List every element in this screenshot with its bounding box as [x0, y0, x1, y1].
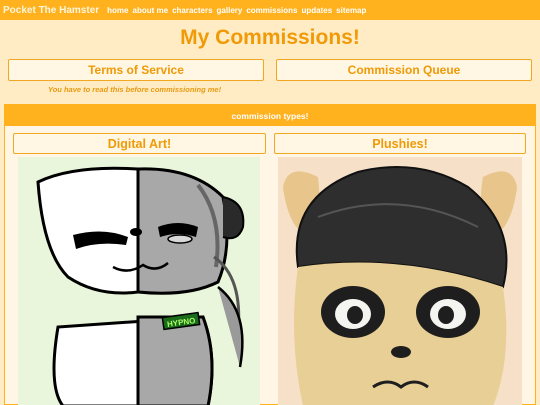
nav-updates[interactable]: updates: [301, 6, 332, 15]
page-title: My Commissions!: [180, 26, 360, 49]
digital-art-illustration: HYPNO: [36, 166, 245, 405]
commission-queue-button[interactable]: Commission Queue: [276, 59, 532, 81]
plushie-photo: [278, 157, 522, 405]
commission-types-panel: commission types! Digital Art! Plushies!: [4, 104, 536, 405]
nav-sitemap[interactable]: sitemap: [336, 6, 366, 15]
nav-home[interactable]: home: [107, 6, 128, 15]
nav-characters[interactable]: characters: [172, 6, 212, 15]
digital-art-image[interactable]: HYPNO: [18, 157, 260, 405]
nav-menu: home about me characters gallery commiss…: [107, 6, 370, 15]
nav-about-me[interactable]: about me: [133, 6, 169, 15]
panel-header: commission types!: [5, 105, 535, 126]
top-navbar: Pocket The Hamster home about me charact…: [0, 0, 540, 20]
tos-note: You have to read this before commissioni…: [48, 85, 222, 94]
nav-gallery[interactable]: gallery: [217, 6, 243, 15]
digital-art-button[interactable]: Digital Art!: [13, 133, 266, 154]
site-title-link[interactable]: Pocket The Hamster: [3, 5, 99, 16]
plushies-image[interactable]: [278, 157, 522, 405]
plushies-button[interactable]: Plushies!: [274, 133, 526, 154]
terms-of-service-button[interactable]: Terms of Service: [8, 59, 264, 81]
nav-commissions[interactable]: commissions: [246, 6, 297, 15]
